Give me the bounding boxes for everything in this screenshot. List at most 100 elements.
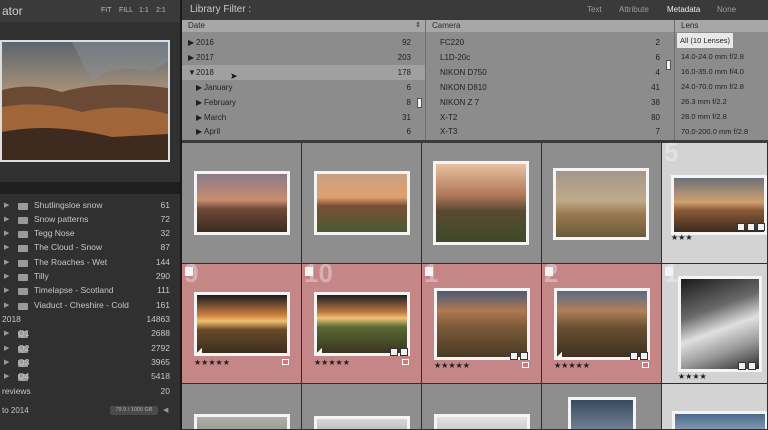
year-folder-item[interactable]: 2018 14863 [0, 312, 180, 327]
date-row[interactable]: ▶ February 8 [182, 95, 425, 110]
date-row[interactable]: ▶ March 31 [182, 110, 425, 125]
camera-row[interactable]: NIKON D810 41 [426, 80, 674, 95]
date-row[interactable]: ▶ 2016 92 [182, 35, 425, 50]
volume-item[interactable]: to 2014 79.9 / 1000 GB ◀ [0, 403, 180, 418]
collapse-triangle-icon[interactable]: ▼ [188, 65, 196, 80]
star-rating[interactable]: ★★★★★ [194, 358, 230, 367]
lens-row-all[interactable]: All (10 Lenses) [675, 33, 768, 48]
tab-attribute[interactable]: Attribute [619, 0, 649, 20]
star-rating[interactable]: ★★★★ [678, 372, 707, 381]
edit-badge-icon[interactable] [640, 352, 648, 360]
volume-arrow-icon[interactable]: ◀ [163, 403, 168, 418]
crop-badge-icon[interactable] [738, 362, 746, 370]
edit-badge-icon[interactable] [748, 362, 756, 370]
folder-item[interactable]: ▶ The Roaches - Wet 144 [0, 255, 180, 270]
star-rating[interactable]: ★★★★★ [554, 361, 590, 370]
red-label-icon[interactable] [282, 359, 289, 365]
flag-icon[interactable] [425, 267, 433, 276]
lens-row[interactable]: 14.0-24.0 mm f/2.8 [675, 49, 768, 64]
flag-icon[interactable] [305, 267, 313, 276]
metadata-badge-icon[interactable] [757, 223, 765, 231]
zoom-1to1-button[interactable]: 1:1 [139, 0, 149, 22]
grid-cell[interactable] [302, 143, 422, 264]
expand-triangle-icon[interactable]: ▶ [188, 35, 194, 50]
red-label-icon[interactable] [642, 362, 649, 368]
grid-cell-selected[interactable]: 1 ★★★★★ [422, 264, 542, 384]
grid-cell-selected[interactable]: 2 ★★★★★ [542, 264, 662, 384]
expand-triangle-icon[interactable]: ▶ [4, 283, 9, 298]
red-label-icon[interactable] [402, 359, 409, 365]
zoom-fit-button[interactable]: FIT [101, 0, 112, 22]
date-row[interactable]: ▶ 2017 203 [182, 50, 425, 65]
date-row[interactable]: ▶ January 6 [182, 80, 425, 95]
crop-badge-icon[interactable] [510, 352, 518, 360]
grid-cell[interactable] [302, 384, 422, 430]
edit-badge-icon[interactable] [400, 348, 408, 356]
lens-row[interactable]: 16.0-35.0 mm f/4.0 [675, 64, 768, 79]
star-rating[interactable]: ★★★★★ [314, 358, 350, 367]
star-rating[interactable]: ★★★★★ [434, 361, 470, 370]
expand-triangle-icon[interactable]: ▶ [4, 369, 9, 384]
expand-triangle-icon[interactable]: ▶ [196, 95, 202, 110]
date-scrollbar[interactable] [417, 98, 422, 108]
expand-triangle-icon[interactable]: ▶ [188, 50, 194, 65]
expand-triangle-icon[interactable]: ▶ [4, 355, 9, 370]
grid-cell-selected[interactable]: 10 ★★★★★ [302, 264, 422, 384]
folder-item[interactable]: ▶ Q3 3965 [0, 355, 180, 370]
folder-item[interactable]: ▶ Timelapse - Scotland 111 [0, 283, 180, 298]
expand-triangle-icon[interactable]: ▶ [4, 255, 9, 270]
zoom-2to1-button[interactable]: 2:1 [156, 0, 166, 22]
date-row[interactable]: ▶ April 6 [182, 124, 425, 139]
zoom-fill-button[interactable]: FILL [119, 0, 133, 22]
camera-row[interactable]: FC220 2 [426, 35, 674, 50]
edit-badge-icon[interactable] [520, 352, 528, 360]
camera-row[interactable]: L1D-20c 6 [426, 50, 674, 65]
red-label-icon[interactable] [522, 362, 529, 368]
folder-item[interactable]: ▶ Q1 2688 [0, 326, 180, 341]
grid-cell[interactable] [542, 384, 662, 430]
crop-badge-icon[interactable] [390, 348, 398, 356]
grid-cell-selected[interactable]: 9 ★★★★★ [182, 264, 302, 384]
lens-row[interactable]: 26.3 mm f/2.2 [675, 94, 768, 109]
camera-column-header[interactable]: Camera [426, 20, 674, 32]
grid-cell[interactable]: 1 ★★★★ [662, 264, 768, 384]
flag-icon[interactable] [185, 267, 193, 276]
camera-scrollbar[interactable] [666, 60, 671, 70]
folder-item[interactable]: ▶ Viaduct - Cheshire - Cold 161 [0, 298, 180, 313]
crop-badge-icon[interactable] [737, 223, 745, 231]
camera-row[interactable]: X-T3 7 [426, 124, 674, 139]
flag-icon[interactable] [545, 267, 553, 276]
grid-cell[interactable] [662, 384, 768, 430]
camera-row[interactable]: NIKON D750 4 [426, 65, 674, 80]
expand-triangle-icon[interactable]: ▶ [4, 240, 9, 255]
folder-item[interactable]: ▶ Tegg Nose 32 [0, 226, 180, 241]
expand-triangle-icon[interactable]: ▶ [4, 212, 9, 227]
lens-row[interactable]: 70.0-200.0 mm f/2.8 [675, 124, 768, 139]
lens-row[interactable]: 24.0-70.0 mm f/2.8 [675, 79, 768, 94]
edit-badge-icon[interactable] [747, 223, 755, 231]
folder-item[interactable]: ▶ Q4 5418 [0, 369, 180, 384]
expand-triangle-icon[interactable]: ▶ [4, 341, 9, 356]
expand-triangle-icon[interactable]: ▶ [4, 298, 9, 313]
tab-metadata[interactable]: Metadata [667, 0, 700, 20]
tab-text[interactable]: Text [587, 0, 602, 20]
lens-row[interactable]: 28.0 mm f/2.8 [675, 109, 768, 124]
flag-icon[interactable] [665, 267, 673, 276]
date-column-header[interactable]: Date ⇕ [182, 20, 425, 32]
expand-triangle-icon[interactable]: ▶ [4, 198, 9, 213]
folder-item[interactable]: ▶ Shutlingsloe snow 61 [0, 198, 180, 213]
camera-row[interactable]: NIKON Z 7 38 [426, 95, 674, 110]
folder-item[interactable]: ▶ Tilly 290 [0, 269, 180, 284]
folder-item[interactable]: reviews 20 [0, 384, 180, 399]
tab-none[interactable]: None [717, 0, 736, 20]
lens-column-header[interactable]: Lens [675, 20, 768, 32]
expand-triangle-icon[interactable]: ▶ [196, 80, 202, 95]
folder-item[interactable]: ▶ Q2 2792 [0, 341, 180, 356]
grid-cell[interactable] [422, 143, 542, 264]
grid-cell[interactable] [542, 143, 662, 264]
folder-item[interactable]: ▶ Snow patterns 72 [0, 212, 180, 227]
expand-triangle-icon[interactable]: ▶ [196, 124, 202, 139]
date-row[interactable]: ▼ 2018 178 ➤ [182, 65, 425, 81]
star-rating[interactable]: ★★★ [671, 233, 693, 242]
expand-triangle-icon[interactable]: ▶ [4, 226, 9, 241]
